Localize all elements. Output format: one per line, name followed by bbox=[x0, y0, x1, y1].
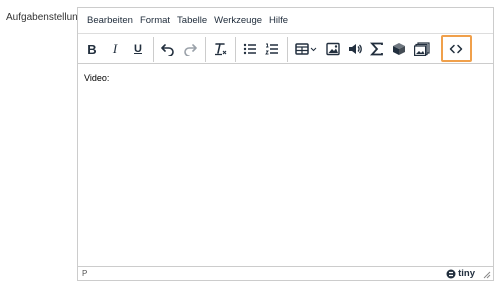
toolbar-divider bbox=[287, 37, 288, 62]
gallery-icon bbox=[414, 42, 430, 56]
undo-button[interactable] bbox=[157, 38, 179, 60]
editor-content[interactable]: Video: bbox=[78, 64, 493, 267]
menu-format[interactable]: Format bbox=[137, 8, 173, 33]
menu-tools[interactable]: Werkzeuge bbox=[211, 8, 265, 33]
bold-icon: B bbox=[87, 41, 97, 57]
equation-button[interactable] bbox=[366, 38, 388, 60]
media-button[interactable] bbox=[344, 38, 366, 60]
bullet-list-button[interactable] bbox=[239, 38, 261, 60]
toolbar-divider bbox=[235, 37, 236, 62]
toolbar-divider bbox=[205, 37, 206, 62]
brand-label: tiny bbox=[458, 268, 475, 279]
numbered-list-icon bbox=[265, 43, 278, 55]
field-label: Aufgabenstellung bbox=[6, 12, 84, 23]
status-bar: P tiny bbox=[78, 266, 493, 280]
toolbar: B I U bbox=[78, 33, 493, 64]
3d-model-button[interactable] bbox=[388, 38, 410, 60]
image-icon bbox=[326, 42, 340, 56]
clear-formatting-icon bbox=[215, 43, 227, 56]
source-code-button[interactable] bbox=[445, 38, 467, 60]
clear-formatting-button[interactable] bbox=[209, 38, 231, 60]
speaker-icon bbox=[349, 44, 362, 54]
bullet-list-icon bbox=[243, 43, 256, 55]
underline-icon: U bbox=[134, 43, 142, 55]
bold-button[interactable]: B bbox=[81, 38, 103, 60]
table-button[interactable] bbox=[291, 38, 321, 60]
media-gallery-button[interactable] bbox=[411, 38, 433, 60]
image-button[interactable] bbox=[322, 38, 344, 60]
redo-icon bbox=[184, 44, 197, 56]
tiny-brand-link[interactable]: tiny bbox=[446, 268, 475, 279]
underline-button[interactable]: U bbox=[127, 38, 149, 60]
rich-text-editor: Bearbeiten Format Tabelle Werkzeuge Hilf… bbox=[77, 7, 494, 281]
undo-icon bbox=[161, 44, 174, 56]
resize-handle-icon[interactable] bbox=[482, 270, 491, 279]
redo-button[interactable] bbox=[179, 38, 201, 60]
menu-edit[interactable]: Bearbeiten bbox=[84, 8, 136, 33]
italic-icon: I bbox=[112, 41, 118, 56]
menu-help[interactable]: Hilfe bbox=[266, 8, 291, 33]
menu-table[interactable]: Tabelle bbox=[174, 8, 210, 33]
menubar: Bearbeiten Format Tabelle Werkzeuge Hilf… bbox=[78, 8, 493, 33]
table-icon bbox=[295, 43, 317, 55]
content-paragraph[interactable]: Video: bbox=[84, 73, 487, 83]
italic-button[interactable]: I bbox=[104, 38, 126, 60]
cube-icon bbox=[393, 43, 405, 55]
numbered-list-button[interactable] bbox=[261, 38, 283, 60]
toolbar-divider bbox=[153, 37, 154, 62]
tiny-logo-icon bbox=[446, 269, 456, 278]
code-icon bbox=[449, 44, 463, 54]
sigma-icon bbox=[370, 42, 383, 56]
element-path[interactable]: P bbox=[82, 269, 87, 278]
